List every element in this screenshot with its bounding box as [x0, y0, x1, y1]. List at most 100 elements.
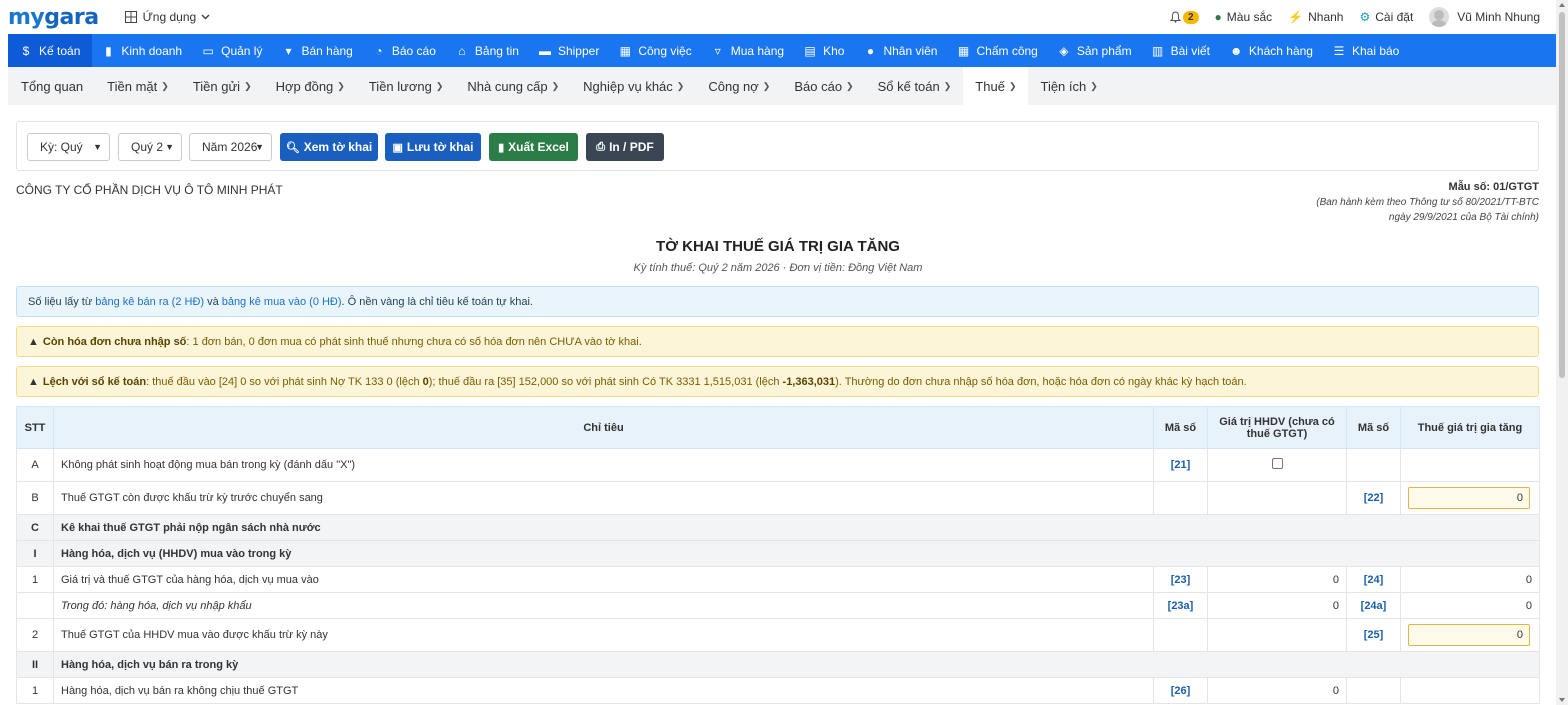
- tab-label: Tiền mặt: [107, 78, 158, 94]
- save-icon: ▣: [392, 141, 403, 154]
- tab-nha-cung-cap[interactable]: Nhà cung cấp ❯: [455, 67, 571, 105]
- warehouse-icon: ▤: [804, 43, 816, 58]
- nav-label: Công việc: [638, 43, 692, 58]
- table-row: A Không phát sinh hoạt động mua bán tron…: [16, 448, 1540, 482]
- chevron-down-icon: ❯: [337, 80, 345, 91]
- nav-label: Báo cáo: [391, 43, 436, 58]
- home-icon: ⌂: [458, 43, 466, 58]
- nav-bang-tin[interactable]: ⌂ Bảng tin: [446, 34, 529, 67]
- tab-label: Hợp đồng: [275, 78, 334, 94]
- user-icon: ●: [866, 43, 875, 58]
- year-select[interactable]: Năm 2026 ▼: [189, 133, 272, 161]
- apps-label: Ứng dụng: [142, 10, 197, 24]
- tab-bao-cao[interactable]: Báo cáo ❯: [782, 67, 865, 105]
- save-declaration-button[interactable]: ▣ Lưu tờ khai: [385, 133, 481, 161]
- tab-so-ke-toan[interactable]: Sổ kế toán ❯: [866, 67, 964, 105]
- tab-cong-no[interactable]: Công nợ ❯: [696, 67, 782, 105]
- tab-tien-gui[interactable]: Tiền gửi ❯: [181, 67, 264, 105]
- id-card-icon: ▭: [202, 43, 214, 58]
- button-label: Lưu tờ khai: [406, 140, 474, 154]
- row-stt: 2: [16, 618, 54, 652]
- notifications-button[interactable]: 2: [1169, 10, 1199, 24]
- notification-badge: 2: [1182, 10, 1199, 24]
- section-label: Hàng hóa, dịch vụ (HHDV) mua vào trong k…: [53, 540, 1540, 567]
- purchase-list-link[interactable]: bảng kê mua vào (0 HĐ): [222, 296, 342, 308]
- nav-label: Shipper: [557, 43, 600, 58]
- nav-bai-viet[interactable]: ▥ Bài viết: [1142, 34, 1220, 67]
- tab-tien-mat[interactable]: Tiền mặt ❯: [95, 67, 181, 105]
- deductible-tax-input[interactable]: 0: [1408, 624, 1530, 646]
- nav-label: Khai báo: [1351, 43, 1400, 58]
- book-icon: ▥: [1151, 43, 1164, 58]
- nav-label: Bán hàng: [301, 43, 353, 58]
- quick-button[interactable]: ⚡ Nhanh: [1288, 10, 1343, 24]
- nav-quan-ly[interactable]: ▭ Quản lý: [192, 34, 272, 67]
- tab-nghiep-vu-khac[interactable]: Nghiệp vụ khác ❯: [571, 67, 696, 105]
- nav-label: Mua hàng: [730, 43, 785, 58]
- tab-label: Tổng quan: [21, 78, 84, 94]
- nav-mua-hang[interactable]: ▿ Mua hàng: [702, 34, 794, 67]
- carried-forward-tax-input[interactable]: 0: [1408, 487, 1530, 509]
- nav-kho[interactable]: ▤ Kho: [794, 34, 854, 67]
- nav-nhan-vien[interactable]: ● Nhân viên: [854, 34, 947, 67]
- row-code-tax: [25]: [1346, 618, 1401, 652]
- tab-tien-ich[interactable]: Tiện ích ❯: [1028, 67, 1109, 105]
- row-code: [1153, 618, 1208, 652]
- header-chi-tieu: Chỉ tiêu: [53, 406, 1154, 449]
- nav-bao-cao[interactable]: ◔ Báo cáo: [363, 34, 446, 67]
- export-excel-button[interactable]: ▮ Xuất Excel: [489, 133, 578, 161]
- tab-thue[interactable]: Thuế ❯: [963, 67, 1029, 105]
- tab-tong-quan[interactable]: Tổng quan: [8, 67, 95, 105]
- apps-menu[interactable]: Ứng dụng: [124, 10, 217, 24]
- nav-cham-cong[interactable]: ▦ Chấm công: [947, 34, 1047, 67]
- tab-hop-dong[interactable]: Hợp đồng ❯: [264, 67, 357, 105]
- row-value: 0: [1207, 592, 1347, 619]
- warning-title: Còn hóa đơn chưa nhập số: [42, 335, 187, 348]
- quarter-select[interactable]: Quý 2 ▼: [118, 133, 182, 161]
- nav-khach-hang[interactable]: ☻ Khách hàng: [1220, 34, 1323, 67]
- nav-cong-viec[interactable]: ▦ Công việc: [609, 34, 701, 67]
- chevron-down-icon: ❯: [551, 80, 560, 91]
- row-code-tax: [1346, 677, 1401, 704]
- scroll-down-icon[interactable]: [1559, 698, 1565, 702]
- nav-label: Khách hàng: [1248, 43, 1313, 58]
- view-declaration-button[interactable]: 🔍︎ Xem tờ khai: [280, 133, 378, 161]
- tab-tien-luong[interactable]: Tiền lương ❯: [357, 67, 456, 105]
- avatar: [1429, 7, 1450, 27]
- table-row: 1 Hàng hóa, dịch vụ bán ra không chịu th…: [16, 677, 1540, 704]
- header-ma-so-thue: Mã số: [1346, 406, 1401, 449]
- nav-san-pham[interactable]: ◈ Sản phẩm: [1048, 34, 1142, 67]
- color-button[interactable]: ● Màu sắc: [1215, 10, 1273, 24]
- tab-label: Nghiệp vụ khác: [583, 78, 673, 94]
- period-type-select[interactable]: Kỳ: Quý ▼: [27, 133, 110, 161]
- section-row: II Hàng hóa, dịch vụ bán ra trong kỳ: [16, 651, 1540, 678]
- color-label: Màu sắc: [1226, 10, 1273, 24]
- chevron-down-icon: ❯: [943, 80, 952, 91]
- sub-nav: Tổng quan Tiền mặt ❯ Tiền gửi ❯ Hợp đồng ❯ …: [8, 67, 1556, 105]
- nav-kinh-doanh[interactable]: ▮ Kinh doanh: [92, 34, 192, 67]
- scroll-up-icon[interactable]: [1559, 3, 1565, 7]
- sales-list-link[interactable]: bảng kê bán ra (2 HĐ): [95, 296, 204, 308]
- user-menu[interactable]: Vũ Minh Nhung: [1429, 7, 1540, 27]
- logo[interactable]: mygara: [8, 5, 99, 30]
- nav-ke-toan[interactable]: $ Kế toán: [8, 34, 93, 67]
- top-bar: mygara Ứng dụng 2 ● Màu sắc ⚡ Nhanh ⚙ Cài đ…: [0, 0, 1556, 34]
- nav-shipper[interactable]: ▬ Shipper: [529, 34, 609, 67]
- settings-label: Cài đặt: [1375, 10, 1414, 24]
- settings-button[interactable]: ⚙ Cài đặt: [1359, 10, 1413, 24]
- row-tax: [1400, 448, 1540, 482]
- select-value: Quý 2: [131, 140, 164, 154]
- nav-label: Kho: [823, 43, 845, 58]
- row-value: [1207, 448, 1347, 482]
- calendar-check-icon: ▦: [957, 43, 970, 58]
- table-row: B Thuế GTGT còn được khấu trừ kỳ trước c…: [16, 481, 1540, 515]
- no-activity-checkbox[interactable]: [1271, 458, 1283, 469]
- page-scrollbar[interactable]: [1556, 0, 1568, 705]
- nav-ban-hang[interactable]: ▾ Bán hàng: [272, 34, 362, 67]
- scrollbar-thumb[interactable]: [1559, 12, 1565, 378]
- print-pdf-button[interactable]: ⎙ In / PDF: [586, 133, 664, 161]
- nav-label: Bảng tin: [474, 43, 519, 58]
- nav-khai-bao[interactable]: ☰ Khai báo: [1323, 34, 1409, 67]
- tab-label: Thuế: [975, 78, 1005, 94]
- warning-text: : thuế đầu vào [24] 0 so với phát sinh N…: [146, 375, 420, 388]
